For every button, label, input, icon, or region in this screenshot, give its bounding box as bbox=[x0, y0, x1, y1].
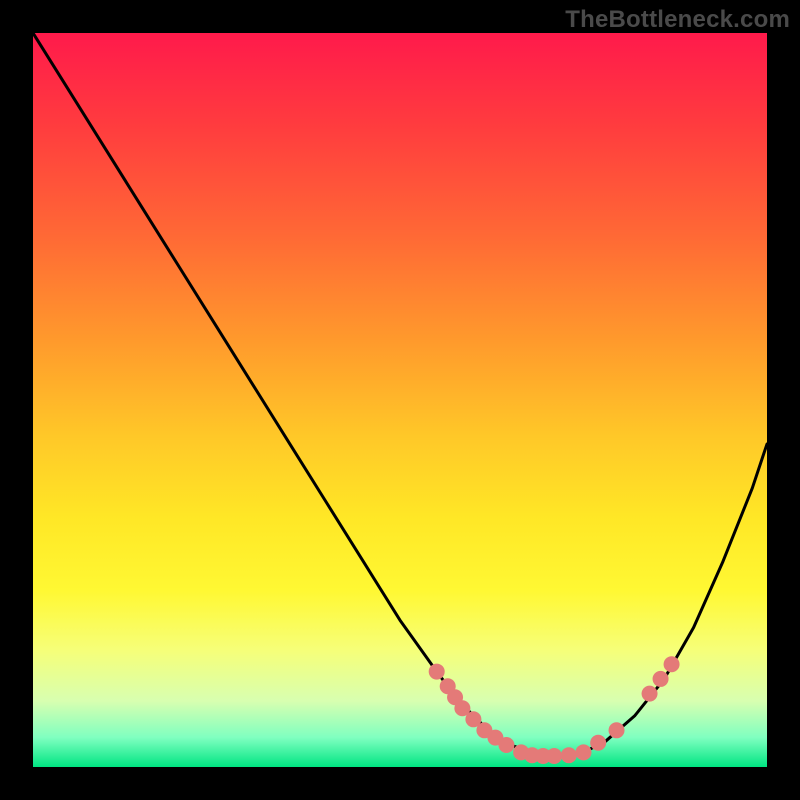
data-marker bbox=[546, 748, 562, 764]
chart-stage: TheBottleneck.com bbox=[0, 0, 800, 800]
data-marker bbox=[653, 671, 669, 687]
data-marker bbox=[561, 747, 577, 763]
data-marker bbox=[590, 735, 606, 751]
watermark-text: TheBottleneck.com bbox=[565, 6, 790, 34]
data-marker bbox=[429, 664, 445, 680]
data-marker bbox=[642, 686, 658, 702]
markers-group bbox=[429, 656, 680, 764]
data-marker bbox=[498, 737, 514, 753]
data-marker bbox=[664, 656, 680, 672]
data-marker bbox=[576, 744, 592, 760]
chart-svg bbox=[33, 33, 767, 767]
curve-path bbox=[33, 33, 767, 756]
chart-plot-area bbox=[33, 33, 767, 767]
data-marker bbox=[609, 722, 625, 738]
